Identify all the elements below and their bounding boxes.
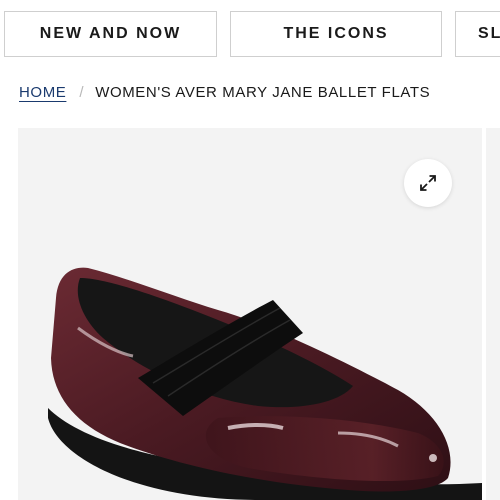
category-tab-partial[interactable]: SL	[455, 11, 500, 57]
breadcrumb-current-page: WOMEN'S AVER MARY JANE BALLET FLATS	[95, 84, 431, 101]
breadcrumb: HOME / WOMEN'S AVER MARY JANE BALLET FLA…	[19, 84, 430, 101]
breadcrumb-separator: /	[79, 84, 85, 101]
category-nav: NEW AND NOW THE ICONS SL	[4, 11, 500, 59]
breadcrumb-home-link[interactable]: HOME	[19, 84, 66, 101]
category-tab-the-icons[interactable]: THE ICONS	[230, 11, 442, 57]
next-gallery-image-peek[interactable]	[486, 128, 500, 500]
product-page: NEW AND NOW THE ICONS SL HOME / WOMEN'S …	[0, 0, 500, 500]
expand-image-button[interactable]	[404, 159, 452, 207]
expand-arrows-icon	[420, 175, 436, 191]
category-tab-new-and-now[interactable]: NEW AND NOW	[4, 11, 217, 57]
